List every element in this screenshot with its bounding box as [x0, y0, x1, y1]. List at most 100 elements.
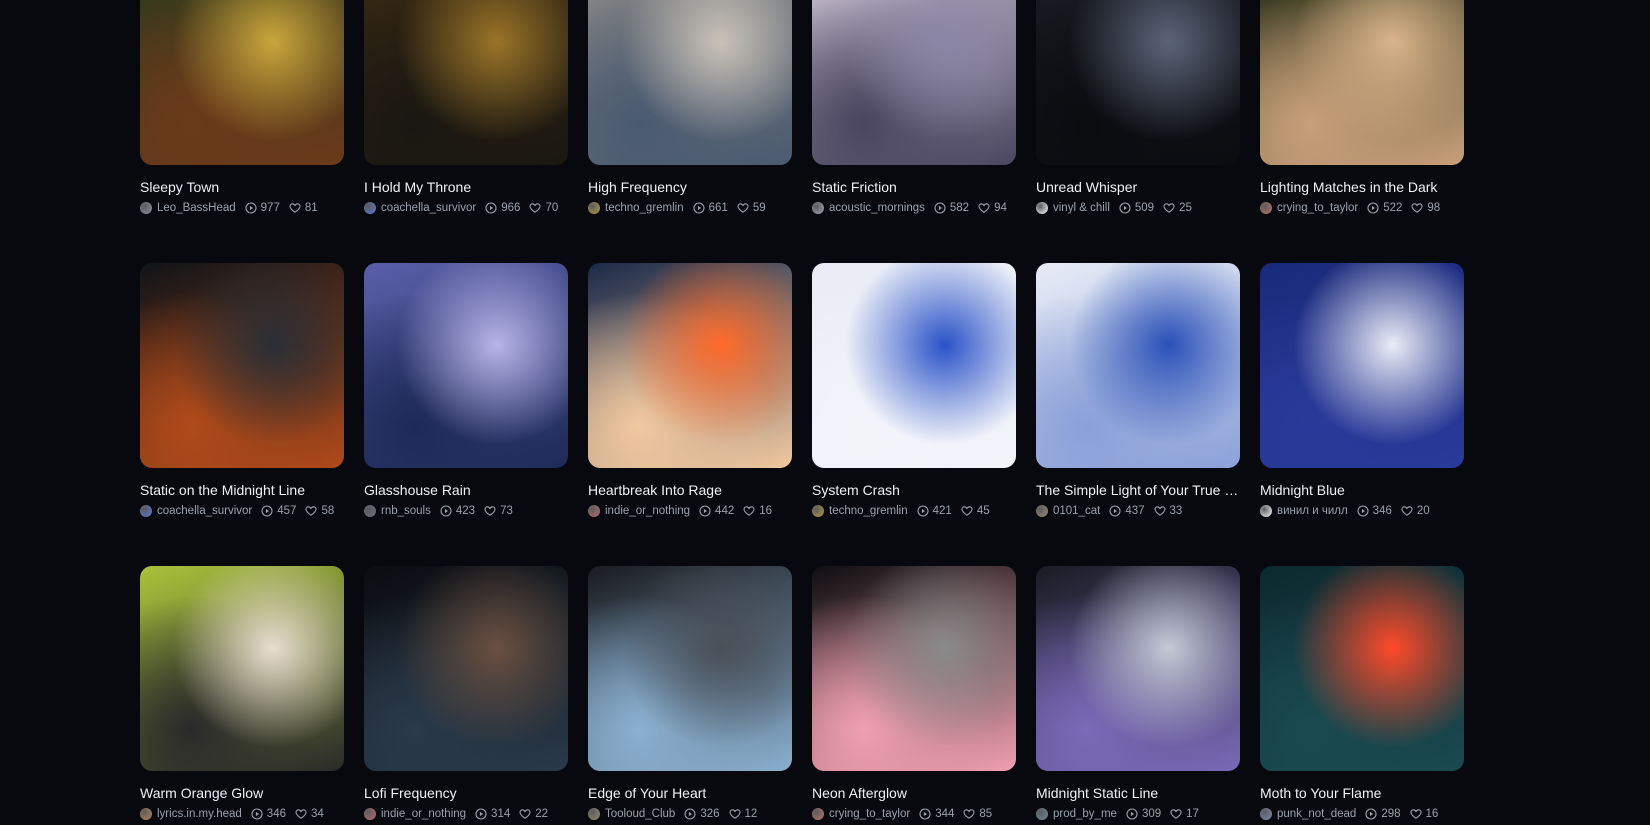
- track-cover-image[interactable]: [140, 263, 344, 468]
- track-title[interactable]: Lofi Frequency: [364, 784, 568, 802]
- author-name[interactable]: coachella_survivor: [381, 201, 476, 215]
- author-avatar[interactable]: [1036, 505, 1048, 517]
- like-count[interactable]: 73: [484, 504, 513, 518]
- author-name[interactable]: Leo_BassHead: [157, 201, 236, 215]
- track-title[interactable]: Warm Orange Glow: [140, 784, 344, 802]
- author-avatar[interactable]: [812, 202, 824, 214]
- track-cover-image[interactable]: [812, 263, 1016, 468]
- heart-icon[interactable]: [978, 202, 994, 214]
- track-cover-image[interactable]: [364, 263, 568, 468]
- author-name[interactable]: 0101_cat: [1053, 504, 1100, 518]
- author-avatar[interactable]: [812, 808, 824, 820]
- track-cover-image[interactable]: [364, 0, 568, 165]
- heart-icon[interactable]: [961, 505, 977, 517]
- heart-icon[interactable]: [1163, 202, 1179, 214]
- track-title[interactable]: Midnight Blue: [1260, 481, 1464, 499]
- track-cover-image[interactable]: [588, 0, 792, 165]
- like-count[interactable]: 70: [529, 201, 558, 215]
- author-name[interactable]: винил и чилл: [1277, 504, 1348, 518]
- heart-icon[interactable]: [963, 808, 979, 820]
- track-cover-image[interactable]: [812, 566, 1016, 771]
- author-name[interactable]: indie_or_nothing: [381, 807, 466, 821]
- author-avatar[interactable]: [1260, 505, 1272, 517]
- author-name[interactable]: rnb_souls: [381, 504, 431, 518]
- heart-icon[interactable]: [519, 808, 535, 820]
- heart-icon[interactable]: [1401, 505, 1417, 517]
- track-cover-image[interactable]: [588, 566, 792, 771]
- track-cover-image[interactable]: [1036, 0, 1240, 165]
- track-cover-image[interactable]: [140, 566, 344, 771]
- heart-icon[interactable]: [295, 808, 311, 820]
- like-count[interactable]: 16: [1409, 807, 1438, 821]
- like-count[interactable]: 58: [305, 504, 334, 518]
- like-count[interactable]: 22: [519, 807, 548, 821]
- like-count[interactable]: 81: [289, 201, 318, 215]
- track-card[interactable]: I Hold My Throne coachella_survivor 966 70: [364, 0, 568, 215]
- author-avatar[interactable]: [588, 202, 600, 214]
- author-avatar[interactable]: [1260, 202, 1272, 214]
- track-title[interactable]: Midnight Static Line: [1036, 784, 1240, 802]
- author-avatar[interactable]: [588, 808, 600, 820]
- author-avatar[interactable]: [1260, 808, 1272, 820]
- track-title[interactable]: Static on the Midnight Line: [140, 481, 344, 499]
- like-count[interactable]: 98: [1411, 201, 1440, 215]
- like-count[interactable]: 17: [1170, 807, 1199, 821]
- track-cover-image[interactable]: [1036, 566, 1240, 771]
- track-card[interactable]: Warm Orange Glow lyrics.in.my.head 346 34: [140, 566, 344, 821]
- like-count[interactable]: 45: [961, 504, 990, 518]
- like-count[interactable]: 34: [295, 807, 324, 821]
- track-title[interactable]: Static Friction: [812, 178, 1016, 196]
- track-cover-image[interactable]: [1260, 566, 1464, 771]
- track-card[interactable]: Midnight Static Line prod_by_me 309 17: [1036, 566, 1240, 821]
- author-avatar[interactable]: [812, 505, 824, 517]
- track-card[interactable]: Edge of Your Heart Tooloud_Club 326 12: [588, 566, 792, 821]
- track-card[interactable]: High Frequency techno_gremlin 661 59: [588, 0, 792, 215]
- author-name[interactable]: indie_or_nothing: [605, 504, 690, 518]
- author-avatar[interactable]: [140, 505, 152, 517]
- author-avatar[interactable]: [140, 202, 152, 214]
- track-title[interactable]: Lighting Matches in the Dark: [1260, 178, 1464, 196]
- heart-icon[interactable]: [529, 202, 545, 214]
- like-count[interactable]: 59: [737, 201, 766, 215]
- track-cover-image[interactable]: [1260, 263, 1464, 468]
- author-avatar[interactable]: [364, 202, 376, 214]
- track-cover-image[interactable]: [1036, 263, 1240, 468]
- track-card[interactable]: Heartbreak Into Rage indie_or_nothing 442 1…: [588, 263, 792, 518]
- author-avatar[interactable]: [364, 505, 376, 517]
- track-card[interactable]: Sleepy Town Leo_BassHead 977 81: [140, 0, 344, 215]
- author-avatar[interactable]: [364, 808, 376, 820]
- heart-icon[interactable]: [289, 202, 305, 214]
- track-title[interactable]: System Crash: [812, 481, 1016, 499]
- track-title[interactable]: Heartbreak Into Rage: [588, 481, 792, 499]
- track-card[interactable]: Static Friction acoustic_mornings 582 94: [812, 0, 1016, 215]
- author-name[interactable]: crying_to_taylor: [1277, 201, 1358, 215]
- author-avatar[interactable]: [588, 505, 600, 517]
- author-name[interactable]: lyrics.in.my.head: [157, 807, 242, 821]
- track-title[interactable]: I Hold My Throne: [364, 178, 568, 196]
- author-name[interactable]: techno_gremlin: [605, 201, 684, 215]
- author-avatar[interactable]: [1036, 808, 1048, 820]
- heart-icon[interactable]: [1153, 505, 1170, 517]
- heart-icon[interactable]: [743, 505, 759, 517]
- track-cover-image[interactable]: [140, 0, 344, 165]
- track-card[interactable]: Glasshouse Rain rnb_souls 423 73: [364, 263, 568, 518]
- track-title[interactable]: Glasshouse Rain: [364, 481, 568, 499]
- track-card[interactable]: Lighting Matches in the Dark crying_to_ta…: [1260, 0, 1464, 215]
- author-name[interactable]: coachella_survivor: [157, 504, 252, 518]
- track-title[interactable]: High Frequency: [588, 178, 792, 196]
- heart-icon[interactable]: [1411, 202, 1427, 214]
- author-name[interactable]: crying_to_taylor: [829, 807, 910, 821]
- track-card[interactable]: Neon Afterglow crying_to_taylor 344 85: [812, 566, 1016, 821]
- author-name[interactable]: punk_not_dead: [1277, 807, 1356, 821]
- heart-icon[interactable]: [728, 808, 745, 820]
- track-title[interactable]: Neon Afterglow: [812, 784, 1016, 802]
- like-count[interactable]: 33: [1153, 504, 1182, 518]
- heart-icon[interactable]: [305, 505, 321, 517]
- track-title[interactable]: The Simple Light of Your True Self: [1036, 481, 1240, 499]
- track-cover-image[interactable]: [588, 263, 792, 468]
- author-name[interactable]: techno_gremlin: [829, 504, 908, 518]
- track-card[interactable]: System Crash techno_gremlin 421 45: [812, 263, 1016, 518]
- track-card[interactable]: Midnight Blue винил и чилл 346 20: [1260, 263, 1464, 518]
- track-title[interactable]: Sleepy Town: [140, 178, 344, 196]
- heart-icon[interactable]: [1170, 808, 1186, 820]
